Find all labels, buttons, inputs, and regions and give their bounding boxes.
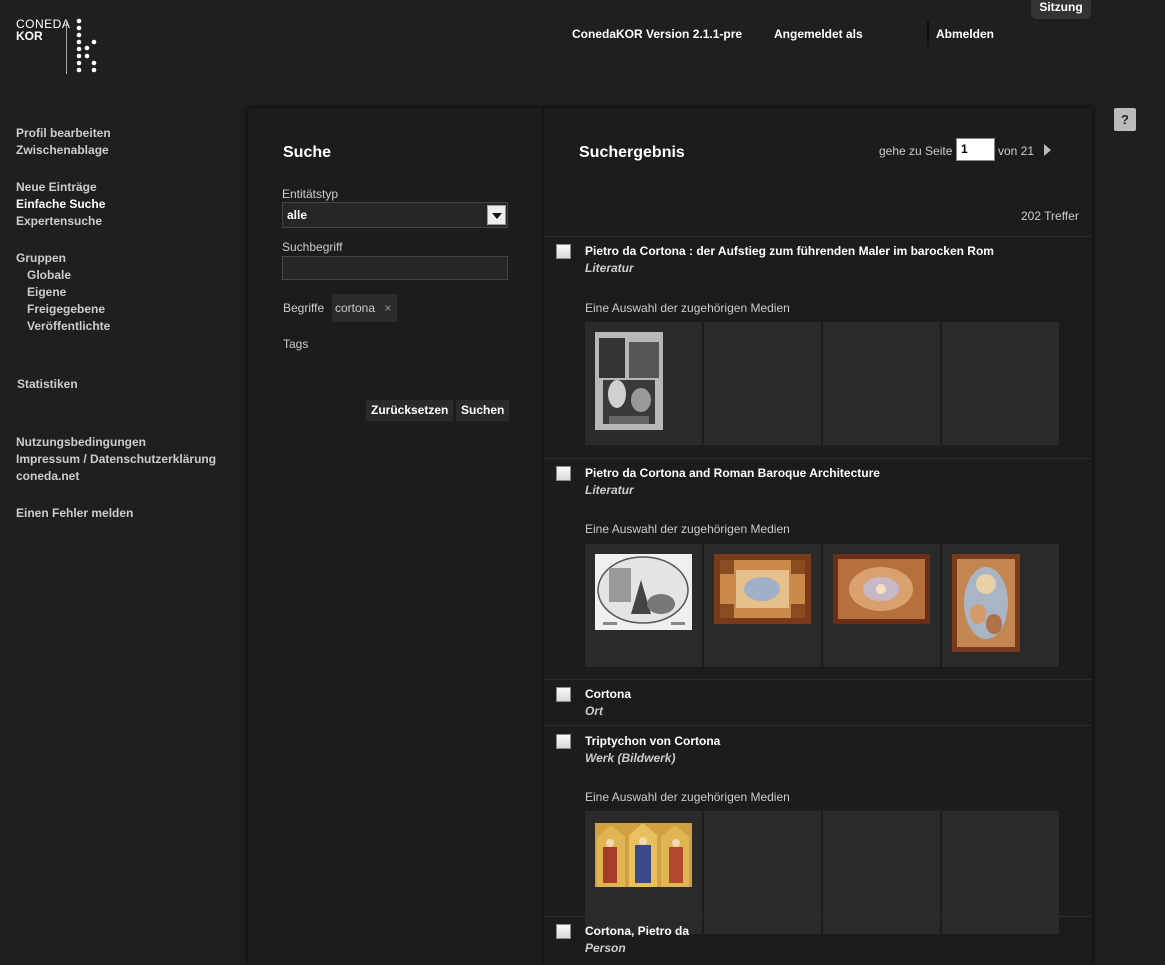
sidebar-item-published[interactable]: Veröffentlichte (27, 318, 110, 335)
sidebar-item-terms[interactable]: Nutzungsbedingungen (16, 434, 146, 451)
media-grid (585, 322, 1059, 445)
logo-divider (66, 20, 67, 74)
kor-logo-icon (76, 18, 97, 73)
entity-type-value: alle (287, 208, 308, 222)
result-title[interactable]: Pietro da Cortona and Roman Baroque Arch… (585, 466, 880, 480)
result-checkbox[interactable] (556, 924, 571, 939)
concepts-label: Begriffe (283, 301, 325, 315)
page-count-label: von 21 (998, 144, 1035, 158)
tags-label: Tags (283, 337, 309, 351)
media-cell[interactable] (585, 544, 702, 667)
sidebar-item-shared[interactable]: Freigegebene (27, 301, 105, 318)
sidebar-item-groups[interactable]: Gruppen (16, 250, 66, 267)
concept-tag: cortona × (332, 294, 398, 322)
result-checkbox[interactable] (556, 466, 571, 481)
logout-link[interactable]: Abmelden (936, 27, 994, 41)
media-label: Eine Auswahl der zugehörigen Medien (585, 301, 790, 315)
result-type: Ort (585, 704, 603, 718)
media-cell (942, 322, 1059, 445)
search-button[interactable]: Suchen (456, 400, 510, 421)
entity-type-label: Entitätstyp (282, 187, 339, 201)
media-cell (823, 322, 940, 445)
page-input[interactable]: 1 (956, 138, 995, 161)
result-type: Person (585, 941, 626, 955)
header-separator (927, 20, 929, 46)
reset-button[interactable]: Zurücksetzen (366, 400, 454, 421)
media-thumbnail[interactable] (595, 332, 663, 430)
media-thumbnail[interactable] (714, 554, 811, 624)
results-title: Suchergebnis (579, 144, 685, 161)
sidebar-item-statistics[interactable]: Statistiken (17, 376, 78, 393)
result-type: Werk (Bildwerk) (585, 751, 676, 765)
search-term-input[interactable] (282, 256, 508, 280)
result-separator (544, 236, 1092, 237)
sidebar-item-clipboard[interactable]: Zwischenablage (16, 142, 109, 159)
media-label: Eine Auswahl der zugehörigen Medien (585, 790, 790, 804)
sidebar-item-new-entries[interactable]: Neue Einträge (16, 179, 97, 196)
result-title[interactable]: Pietro da Cortona : der Aufstieg zum füh… (585, 244, 994, 258)
result-separator (544, 725, 1092, 726)
session-tab[interactable]: Sitzung (1031, 0, 1091, 19)
sidebar-item-report-bug[interactable]: Einen Fehler melden (16, 505, 133, 522)
logged-in-label: Angemeldet als (774, 27, 863, 41)
media-label: Eine Auswahl der zugehörigen Medien (585, 522, 790, 536)
result-separator (544, 679, 1092, 680)
hits-count: 202 Treffer (1021, 209, 1079, 223)
sidebar-item-global[interactable]: Globale (27, 267, 71, 284)
next-page-icon[interactable] (1044, 144, 1051, 156)
result-checkbox[interactable] (556, 687, 571, 702)
chevron-down-icon[interactable] (487, 205, 506, 225)
sidebar-item-imprint[interactable]: Impressum / Datenschutzerklärung (16, 451, 216, 468)
search-title: Suche (283, 144, 332, 161)
result-type: Literatur (585, 483, 634, 497)
result-title[interactable]: Cortona, Pietro da (585, 924, 689, 938)
media-cell[interactable] (585, 322, 702, 445)
close-icon[interactable]: × (384, 301, 391, 315)
result-separator (544, 916, 1092, 917)
media-thumbnail[interactable] (595, 554, 692, 630)
result-checkbox[interactable] (556, 734, 571, 749)
logo-text: CONEDA KOR (16, 18, 70, 42)
result-title[interactable]: Triptychon von Cortona (585, 734, 720, 748)
version-label: ConedaKOR Version 2.1.1-pre (572, 27, 743, 41)
result-type: Literatur (585, 261, 634, 275)
concept-tag-label: cortona (335, 301, 376, 315)
sidebar-item-expert-search[interactable]: Expertensuche (16, 213, 102, 230)
sidebar-item-coneda[interactable]: coneda.net (16, 468, 79, 485)
sidebar-item-simple-search[interactable]: Einfache Suche (16, 196, 105, 213)
media-cell (704, 322, 821, 445)
media-thumbnail[interactable] (833, 554, 930, 624)
result-separator (544, 458, 1092, 459)
sidebar-item-profile[interactable]: Profil bearbeiten (16, 125, 111, 142)
media-thumbnail[interactable] (595, 823, 692, 887)
result-title[interactable]: Cortona (585, 687, 631, 701)
goto-page-label: gehe zu Seite (879, 144, 953, 158)
search-term-label: Suchbegriff (282, 240, 343, 254)
media-cell[interactable] (704, 544, 821, 667)
media-grid (585, 544, 1059, 667)
help-button[interactable]: ? (1114, 108, 1136, 131)
media-thumbnail[interactable] (952, 554, 1020, 652)
entity-type-select[interactable]: alle (282, 202, 508, 228)
logo-line2: KOR (16, 29, 43, 43)
media-cell[interactable] (942, 544, 1059, 667)
result-checkbox[interactable] (556, 244, 571, 259)
sidebar-item-own[interactable]: Eigene (27, 284, 66, 301)
media-cell[interactable] (823, 544, 940, 667)
